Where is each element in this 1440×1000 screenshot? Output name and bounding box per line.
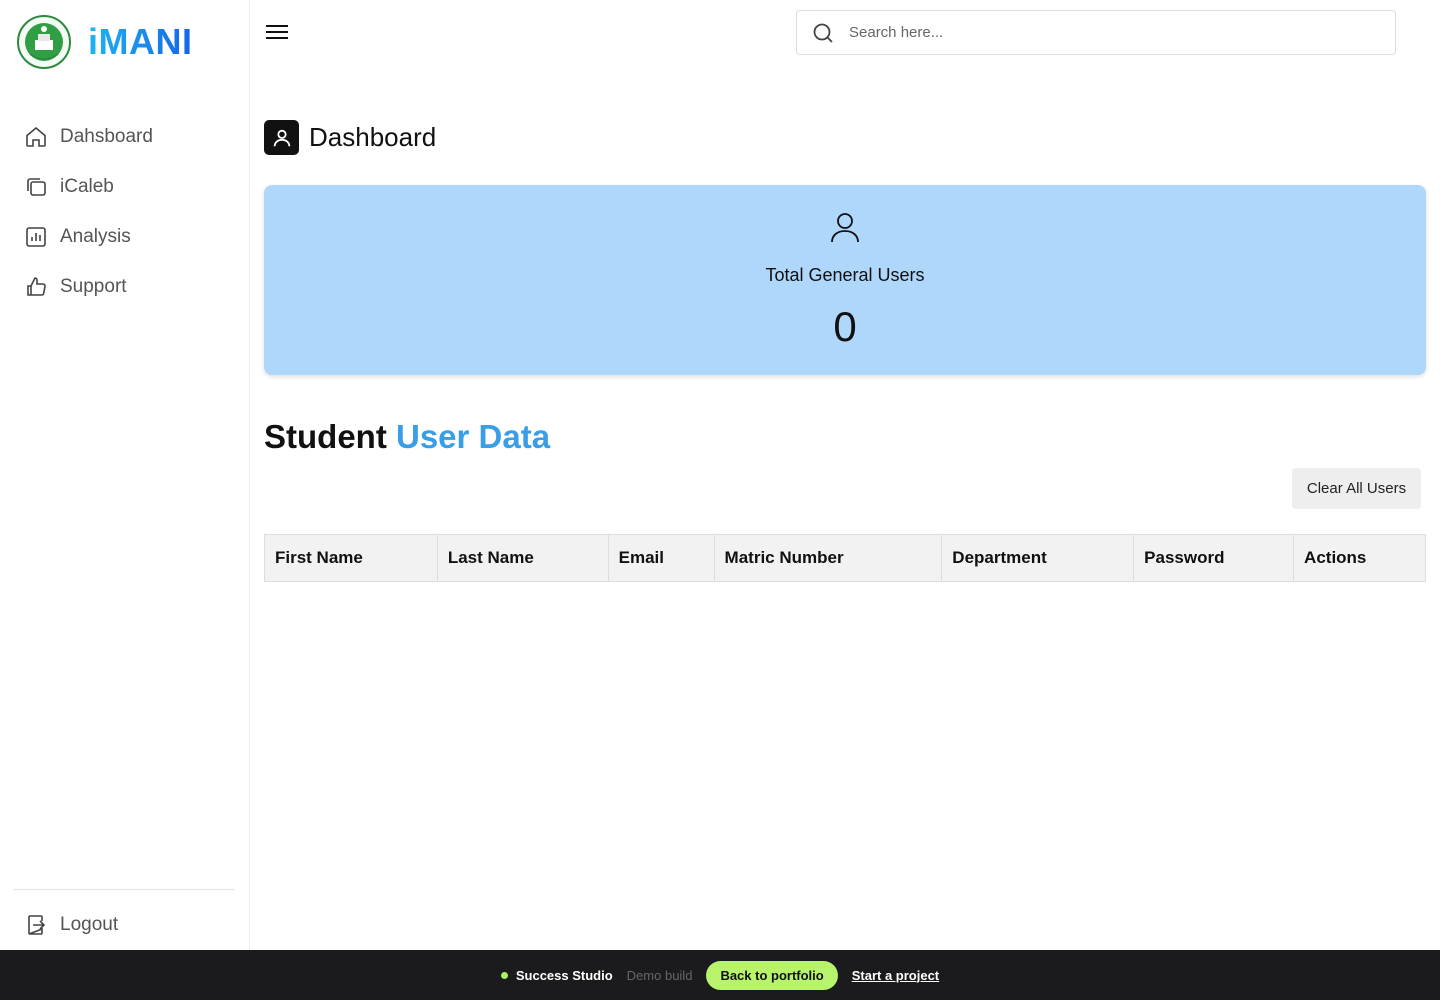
total-users-card: Total General Users 0 (264, 185, 1426, 375)
logout-icon (28, 915, 46, 935)
column-header-first-name[interactable]: First Name (264, 534, 438, 582)
column-header-matric-number[interactable]: Matric Number (713, 534, 943, 582)
sidebar-divider (13, 889, 235, 890)
sidebar-item-analysis[interactable]: Analysis (24, 212, 234, 262)
page-title-text: Dashboard (309, 122, 437, 152)
start-project-link[interactable]: Start a project (852, 968, 939, 983)
section-title-accent: User Data (396, 418, 551, 455)
logout-label: Logout (60, 914, 119, 935)
sidebar-item-label: Analysis (60, 226, 131, 247)
sidebar-nav: Dahsboard iCaleb Analysis Support (24, 112, 234, 312)
sidebar-item-icaleb[interactable]: iCaleb (24, 162, 234, 212)
column-header-department[interactable]: Department (941, 534, 1135, 582)
logout-button[interactable]: Logout (24, 900, 118, 950)
status-dot-icon (500, 971, 508, 979)
sidebar-item-support[interactable]: Support (24, 262, 234, 312)
footer-build-label: Demo build (626, 967, 693, 983)
column-header-email[interactable]: Email (607, 534, 715, 582)
chart-icon (26, 227, 46, 247)
sidebar-item-label: Dahsboard (60, 126, 153, 147)
home-icon (26, 126, 46, 147)
hamburger-icon (266, 25, 288, 39)
section-title-main: Student (264, 418, 387, 455)
page-title: Dashboard (264, 120, 436, 155)
back-to-portfolio-button[interactable]: Back to portfolio (706, 960, 838, 990)
clear-all-users-button[interactable]: Clear All Users (1292, 468, 1421, 509)
copy-icon (27, 178, 46, 196)
footer-bar: Success Studio Demo build Back to portfo… (0, 950, 1440, 1000)
user-icon (827, 209, 863, 245)
sidebar: iMANI Dahsboard iCaleb Analysis Support … (0, 0, 250, 950)
column-header-password[interactable]: Password (1133, 534, 1295, 582)
search-input[interactable] (849, 24, 1369, 41)
stat-label: Total General Users (765, 265, 925, 285)
search-bar (796, 10, 1396, 55)
brand-name: iMANI (88, 21, 193, 62)
sidebar-item-label: Support (60, 276, 127, 297)
university-logo (16, 14, 72, 70)
sidebar-item-label: iCaleb (60, 176, 114, 197)
sidebar-item-dashboard[interactable]: Dahsboard (24, 112, 234, 162)
column-header-actions[interactable]: Actions (1293, 534, 1426, 582)
student-user-table: First Name Last Name Email Matric Number… (264, 534, 1426, 582)
footer-studio-name: Success Studio (515, 967, 613, 983)
thumbs-up-icon (27, 277, 46, 296)
brand[interactable]: iMANI (16, 14, 193, 70)
menu-toggle-button[interactable] (264, 20, 290, 44)
search-icon (813, 23, 833, 43)
table-header-row: First Name Last Name Email Matric Number… (264, 534, 1426, 582)
column-header-last-name[interactable]: Last Name (436, 534, 609, 582)
user-badge-icon (264, 120, 299, 155)
stat-value: 0 (833, 303, 857, 350)
section-title: Student User Data (264, 418, 550, 456)
